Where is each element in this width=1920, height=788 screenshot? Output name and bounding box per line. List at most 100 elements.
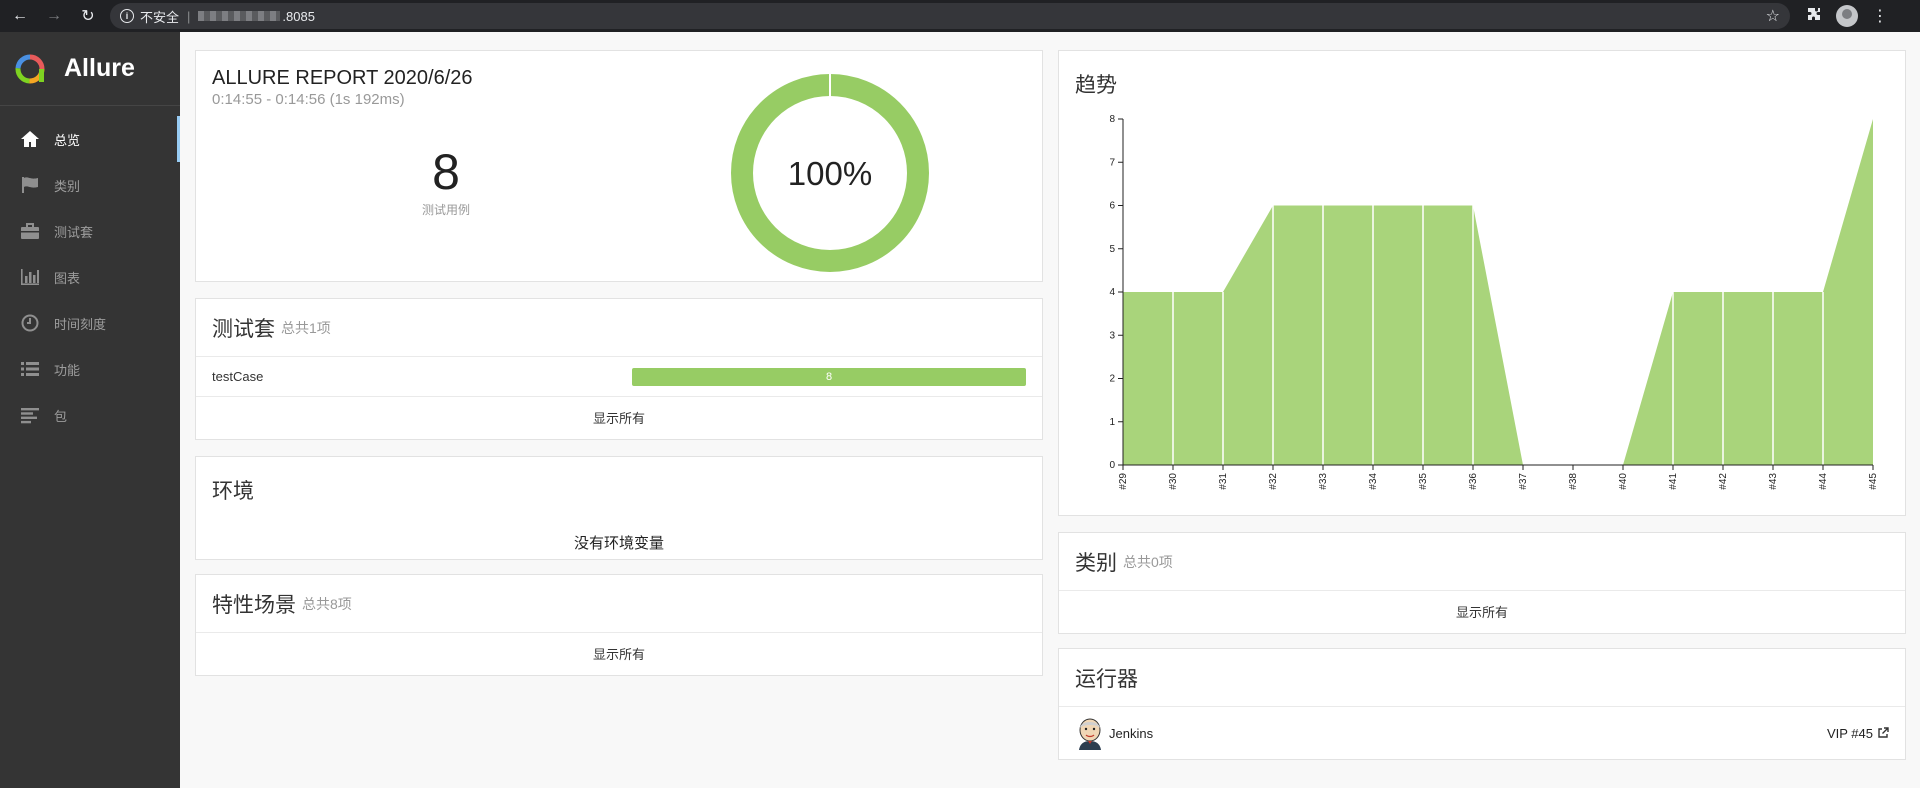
suite-count: 8 — [825, 370, 833, 383]
trend-x-tick-label: #41 — [1668, 473, 1679, 490]
suites-show-all-button[interactable]: 显示所有 — [196, 397, 1042, 437]
brand[interactable]: Allure — [0, 32, 180, 106]
features-show-all-button[interactable]: 显示所有 — [196, 633, 1042, 673]
trend-y-tick-label: 0 — [1109, 460, 1115, 471]
brand-name: Allure — [64, 54, 135, 82]
executor-name: Jenkins — [1109, 725, 1154, 741]
trend-y-tick-label: 2 — [1109, 374, 1115, 385]
suites-header: 测试套 总共1项 — [196, 299, 1042, 357]
briefcase-icon — [18, 221, 42, 241]
trend-y-tick-label: 3 — [1109, 330, 1115, 341]
executor-row[interactable]: Jenkins VIP #45 — [1059, 707, 1905, 759]
more-menu-icon[interactable]: ⋮ — [1872, 6, 1888, 26]
trend-x-tick-label: #30 — [1168, 473, 1179, 490]
sidebar-item-behaviors[interactable]: 功能 — [0, 346, 180, 392]
address-bar[interactable]: i 不安全 | .8085 ☆ — [110, 3, 1790, 29]
trend-x-tick-label: #43 — [1768, 473, 1779, 490]
sidebar-item-label: 图表 — [54, 270, 81, 286]
suites-widget: 测试套 总共1项 testCase 8 显示所有 — [195, 298, 1043, 440]
trend-y-tick-label: 8 — [1109, 114, 1115, 125]
url-port: .8085 — [282, 8, 315, 24]
reload-icon[interactable]: ↻ — [74, 2, 102, 30]
suites-title: 测试套 — [212, 317, 275, 341]
allure-logo-icon — [15, 54, 45, 83]
list-icon — [18, 359, 42, 379]
sidebar-item-label: 总览 — [54, 132, 81, 148]
summary-widget: ALLURE REPORT 2020/6/26 0:14:55 - 0:14:5… — [195, 50, 1043, 282]
categories-widget: 类别 总共0项 显示所有 — [1058, 532, 1906, 634]
executors-widget: 运行器 Jenkins VIP #45 — [1058, 648, 1906, 760]
executors-header: 运行器 — [1059, 649, 1905, 707]
trend-x-tick-label: #35 — [1418, 473, 1429, 490]
security-label: 不安全 — [140, 9, 180, 25]
executors-title: 运行器 — [1075, 667, 1138, 691]
jenkins-avatar-icon — [1079, 718, 1101, 750]
features-widget: 特性场景 总共8项 显示所有 — [195, 574, 1043, 676]
report-time-range: 0:14:55 - 0:14:56 (1s 192ms) — [212, 91, 405, 108]
trend-x-tick-label: #37 — [1518, 473, 1529, 490]
sidebar-item-categories[interactable]: 类别 — [0, 162, 180, 208]
report-title: ALLURE REPORT 2020/6/26 — [212, 67, 473, 89]
suite-status-bar[interactable]: 8 — [632, 367, 1026, 386]
sidebar-item-label: 时间刻度 — [54, 316, 107, 332]
flag-icon — [18, 175, 42, 195]
features-header: 特性场景 总共8项 — [196, 575, 1042, 633]
categories-title: 类别 — [1075, 551, 1117, 575]
sidebar-item-packages[interactable]: 包 — [0, 392, 180, 438]
trend-y-tick-label: 6 — [1109, 201, 1115, 212]
profile-avatar[interactable] — [1836, 5, 1858, 27]
categories-show-all-button[interactable]: 显示所有 — [1059, 591, 1905, 631]
bookmark-star-icon[interactable]: ☆ — [1766, 6, 1780, 26]
browser-toolbar: ← → ↻ i 不安全 | .8085 ☆ ⋮ — [0, 0, 1920, 32]
trend-x-tick-label: #42 — [1718, 473, 1729, 490]
categories-subtitle: 总共0项 — [1123, 553, 1173, 570]
executor-build-link[interactable]: VIP #45 — [1827, 726, 1889, 741]
info-icon[interactable]: i — [120, 9, 134, 23]
trend-x-tick-label: #44 — [1818, 473, 1829, 490]
extensions-icon[interactable] — [1806, 6, 1822, 26]
trend-y-tick-label: 4 — [1109, 287, 1115, 298]
features-title: 特性场景 — [212, 593, 296, 617]
trend-chart[interactable]: 0 1 2 3 4 5 6 7 8 #29 #30 #31 #32 #33 #34 #35 #36 #37 #38 #… — [1059, 101, 1907, 511]
trend-x-tick-label: #45 — [1868, 473, 1879, 490]
bar-chart-icon — [18, 267, 42, 287]
home-icon — [18, 129, 42, 149]
table-row[interactable]: testCase 8 — [196, 357, 1042, 397]
trend-x-tick-label: #36 — [1468, 473, 1479, 490]
trend-x-tick-label: #33 — [1318, 473, 1329, 490]
blurred-host — [198, 11, 281, 21]
trend-x-tick-label: #34 — [1368, 473, 1379, 490]
sidebar-item-label: 功能 — [54, 362, 81, 378]
environment-title: 环境 — [212, 480, 254, 503]
trend-x-tick-label: #29 — [1118, 473, 1129, 490]
sidebar-item-label: 测试套 — [54, 224, 94, 240]
environment-empty-text: 没有环境变量 — [573, 534, 664, 552]
test-case-count: 8 — [432, 144, 460, 200]
features-subtitle: 总共8项 — [302, 595, 352, 612]
trend-x-tick-label: #38 — [1568, 473, 1579, 490]
suites-subtitle: 总共1项 — [281, 319, 331, 336]
sidebar-item-label: 包 — [54, 408, 68, 424]
trend-area[interactable] — [1123, 119, 1873, 465]
sidebar-item-overview[interactable]: 总览 — [0, 116, 180, 162]
trend-x-tick-label: #31 — [1218, 473, 1229, 490]
trend-widget: 趋势 0 1 2 3 4 5 6 7 8 #29 #30 #31 #32 #33 #34 #35 #36 #37 #… — [1058, 50, 1906, 516]
trend-y-tick-label: 5 — [1109, 244, 1115, 255]
sidebar-item-graphs[interactable]: 图表 — [0, 254, 180, 300]
environment-widget: 环境 没有环境变量 — [195, 456, 1043, 560]
trend-x-tick-label: #40 — [1618, 473, 1629, 490]
sidebar-item-suites[interactable]: 测试套 — [0, 208, 180, 254]
sidebar-item-label: 类别 — [54, 178, 81, 194]
pass-rate-donut[interactable]: 100% — [730, 73, 930, 273]
align-left-icon — [18, 405, 42, 425]
back-icon[interactable]: ← — [6, 2, 34, 30]
executor-build: VIP #45 — [1826, 725, 1873, 741]
trend-y-tick-label: 7 — [1109, 157, 1115, 168]
forward-icon[interactable]: → — [40, 2, 68, 30]
sidebar-nav: 总览 类别 测试套 图表 时间刻度 功能 包 — [0, 106, 180, 438]
suite-name: testCase — [212, 369, 264, 384]
sidebar-item-timeline[interactable]: 时间刻度 — [0, 300, 180, 346]
external-link-icon — [1878, 727, 1889, 738]
test-case-count-label: 测试用例 — [421, 203, 470, 217]
address-separator: | — [187, 8, 191, 24]
